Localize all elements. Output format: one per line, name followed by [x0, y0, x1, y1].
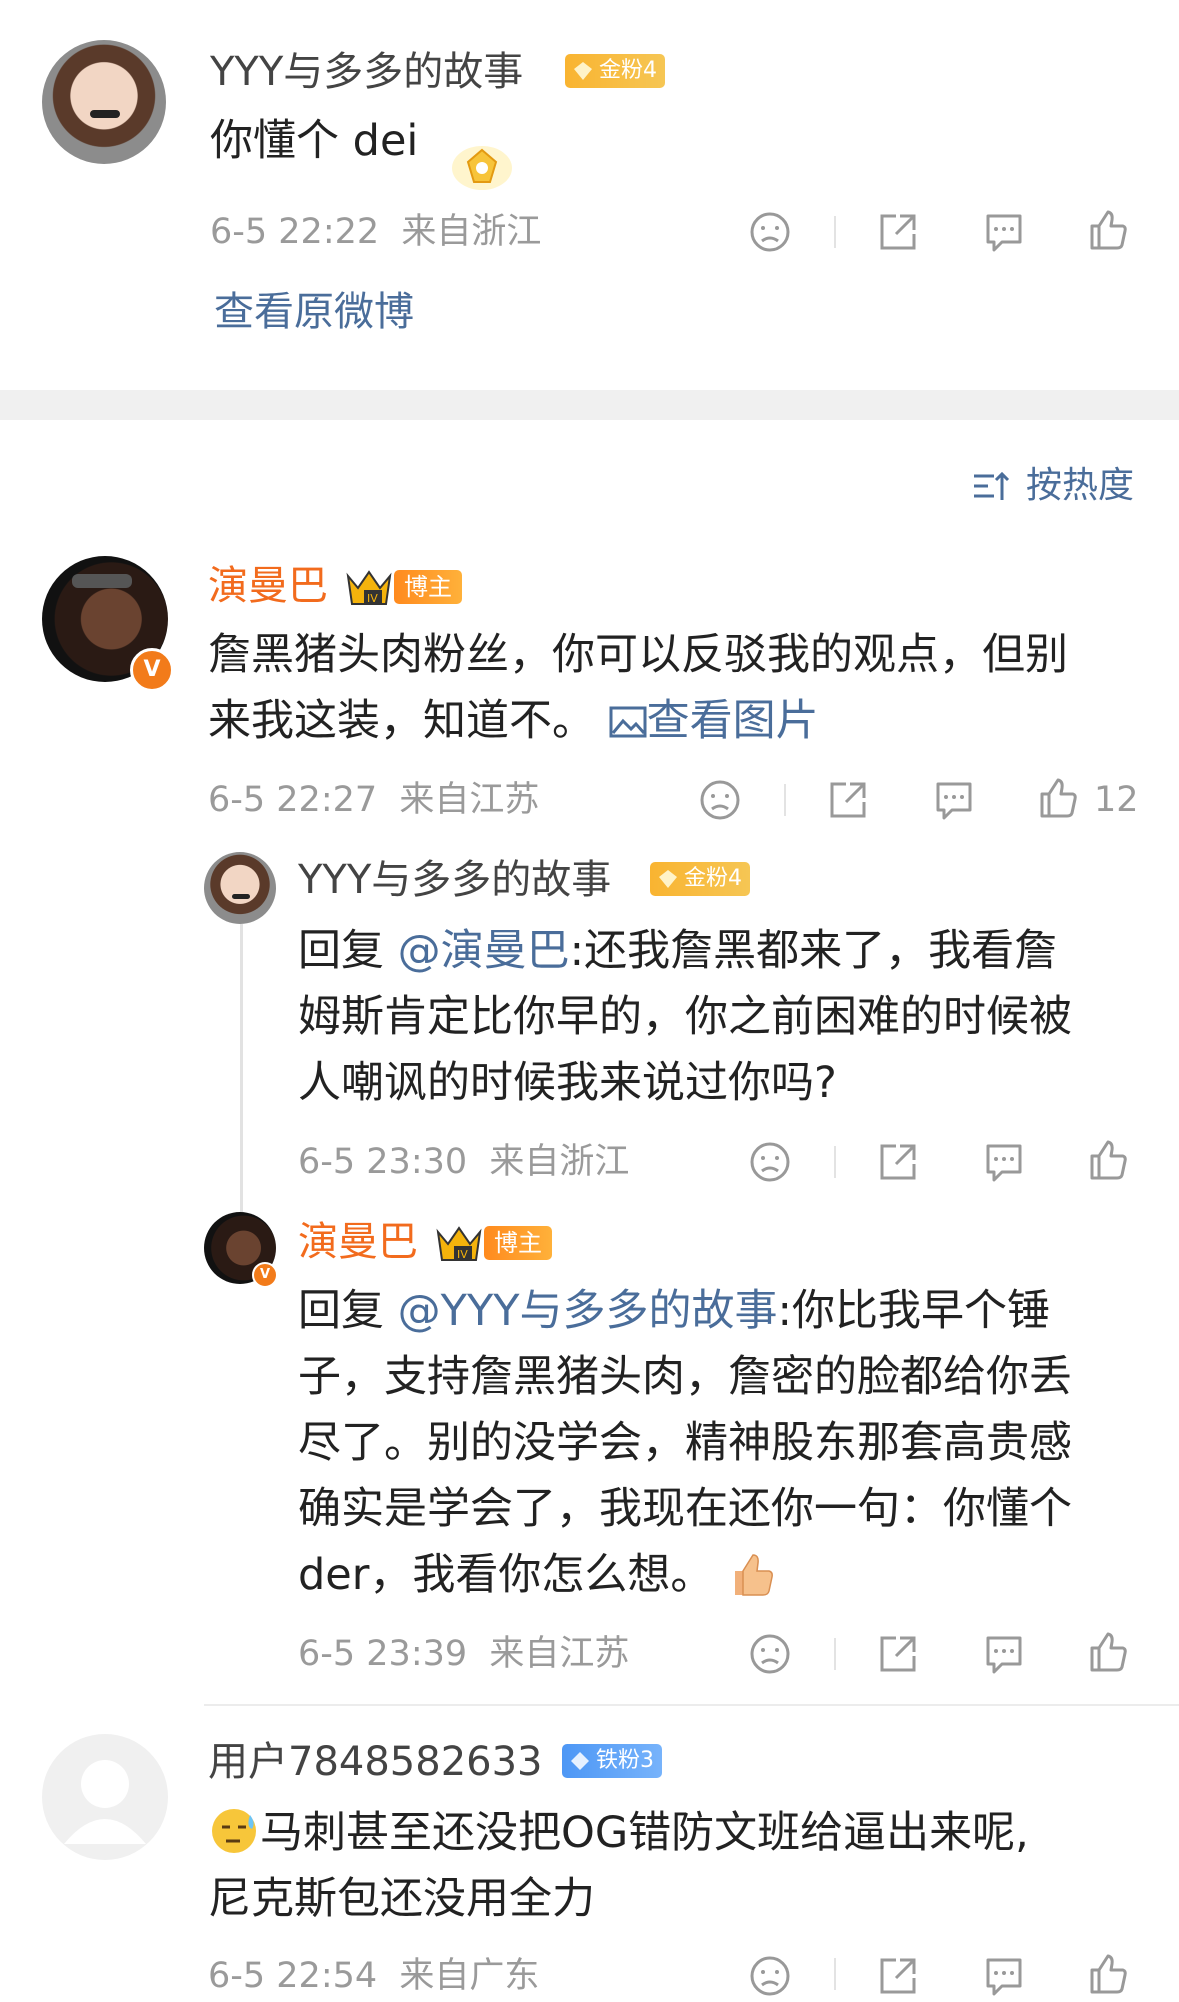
dislike-icon[interactable]	[748, 1954, 792, 1998]
divider	[784, 784, 786, 816]
fan-badge: 铁粉3	[562, 1744, 662, 1778]
dislike-icon[interactable]	[748, 1632, 792, 1676]
mention-link[interactable]: @YYY与多多的故事	[398, 1286, 778, 1336]
gift-icon	[448, 138, 516, 192]
image-icon	[609, 706, 647, 738]
avatar[interactable]	[42, 1734, 168, 1860]
verified-badge: V	[130, 648, 174, 692]
like-icon[interactable]	[1086, 1138, 1130, 1182]
share-icon[interactable]	[876, 1140, 920, 1184]
user-name[interactable]: 演曼巴	[298, 1218, 418, 1266]
comment-icon[interactable]	[982, 1140, 1026, 1184]
divider	[834, 1958, 836, 1990]
default-avatar-icon	[64, 1760, 146, 1844]
comment-meta: 6-5 22:27 来自江苏	[208, 780, 540, 820]
svg-text:IV: IV	[457, 1248, 468, 1261]
sweat-emoji	[208, 1805, 260, 1857]
reply-text: 回复 @演曼巴:还我詹黑都来了，我看詹 姆斯肯定比你早的，你之前困难的时候被 人…	[298, 926, 1072, 1108]
like-icon[interactable]	[1086, 1630, 1130, 1674]
like-count: 12	[1094, 780, 1139, 820]
share-icon[interactable]	[876, 1632, 920, 1676]
crown-icon: IV	[434, 1222, 484, 1264]
section-divider	[0, 390, 1179, 420]
avatar[interactable]	[204, 852, 276, 924]
thumbs-up-emoji	[727, 1549, 777, 1599]
crown-icon: IV	[344, 566, 394, 608]
blogger-badge: 博主	[484, 1226, 552, 1260]
sort-label: 按热度	[1026, 465, 1135, 506]
avatar[interactable]	[42, 40, 166, 164]
user-name[interactable]: YYY与多多的故事	[210, 48, 523, 96]
fan-badge: 金粉4	[565, 54, 665, 88]
dislike-icon[interactable]	[748, 210, 792, 254]
comment-text: 马刺甚至还没把OG错防文班给逼出来呢, 尼克斯包还没用全力	[208, 1800, 1158, 1932]
like-icon[interactable]	[1036, 776, 1080, 820]
user-name[interactable]: 用户7848582633	[208, 1738, 543, 1786]
share-icon[interactable]	[876, 210, 920, 254]
reply-meta: 6-5 23:39 来自江苏	[298, 1634, 630, 1674]
like-icon[interactable]	[1086, 208, 1130, 252]
svg-text:IV: IV	[367, 592, 378, 605]
share-icon[interactable]	[876, 1954, 920, 1998]
gem-icon	[574, 62, 592, 80]
comment-text: 你懂个 dei	[210, 116, 419, 166]
divider	[834, 216, 836, 248]
comment-icon[interactable]	[982, 1954, 1026, 1998]
share-icon[interactable]	[826, 778, 870, 822]
view-original-link[interactable]: 查看原微博	[214, 286, 414, 338]
dislike-icon[interactable]	[698, 778, 742, 822]
comment-icon[interactable]	[982, 1632, 1026, 1676]
reply-text: 回复 @YYY与多多的故事:你比我早个锤 子，支持詹黑猪头肉，詹密的脸都给你丢 …	[298, 1286, 1072, 1600]
comment-divider	[204, 1704, 1179, 1706]
thread-line	[240, 924, 243, 1212]
comment-text: 詹黑猪头肉粉丝，你可以反驳我的观点，但别 来我这装，知道不。 查看图片	[208, 630, 1068, 746]
divider	[834, 1146, 836, 1178]
comment-meta: 6-5 22:54 来自广东	[208, 1956, 540, 1996]
fan-badge: 金粉4	[650, 862, 750, 896]
gem-icon	[659, 870, 677, 888]
mention-link[interactable]: @演曼巴	[398, 926, 570, 976]
dislike-icon[interactable]	[748, 1140, 792, 1184]
comment-icon[interactable]	[982, 210, 1026, 254]
user-name[interactable]: 演曼巴	[208, 562, 328, 610]
blogger-badge: 博主	[394, 570, 462, 604]
verified-badge: V	[252, 1262, 278, 1288]
user-name[interactable]: YYY与多多的故事	[298, 856, 611, 904]
comment-icon[interactable]	[932, 778, 976, 822]
comment-meta: 6-5 22:22 来自浙江	[210, 212, 542, 252]
view-image-link[interactable]: 查看图片	[609, 696, 819, 746]
divider	[834, 1638, 836, 1670]
sort-icon	[974, 471, 1010, 500]
diamond-icon	[571, 1752, 589, 1770]
like-icon[interactable]	[1086, 1952, 1130, 1996]
reply-meta: 6-5 23:30 来自浙江	[298, 1142, 630, 1182]
